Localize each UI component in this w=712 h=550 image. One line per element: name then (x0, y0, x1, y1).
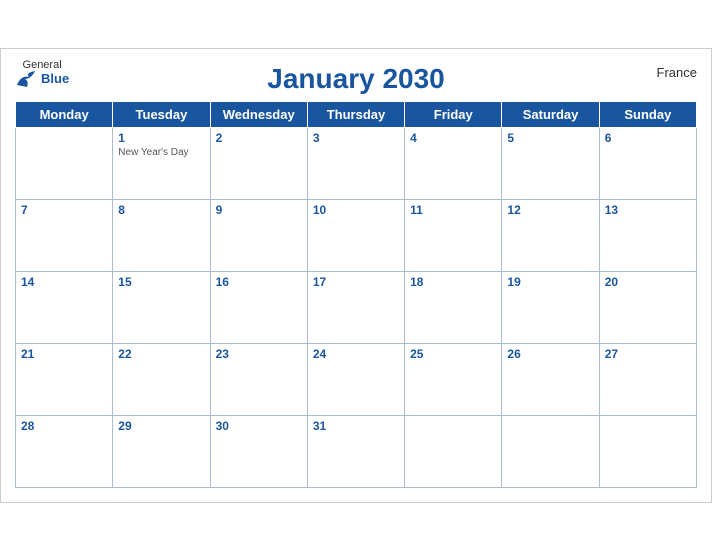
day-number: 27 (605, 347, 691, 361)
day-number: 7 (21, 203, 107, 217)
weekday-tuesday: Tuesday (113, 101, 210, 127)
day-number: 3 (313, 131, 399, 145)
day-number: 15 (118, 275, 204, 289)
logo-area: General Blue (15, 59, 69, 89)
calendar-week-row: 14 15 16 17 18 19 20 (16, 271, 697, 343)
logo-general-text: General (23, 59, 62, 71)
calendar-week-row: 21 22 23 24 25 26 27 (16, 343, 697, 415)
calendar-day-cell: 26 (502, 343, 599, 415)
day-number: 14 (21, 275, 107, 289)
calendar-day-cell: 29 (113, 415, 210, 487)
day-number: 26 (507, 347, 593, 361)
calendar-day-cell: 19 (502, 271, 599, 343)
day-number: 16 (216, 275, 302, 289)
day-number: 9 (216, 203, 302, 217)
holiday-label: New Year's Day (118, 147, 204, 158)
day-number: 30 (216, 419, 302, 433)
calendar-day-cell: 3 (307, 127, 404, 199)
day-number: 12 (507, 203, 593, 217)
calendar-week-row: 789 10 11 12 13 (16, 199, 697, 271)
weekday-friday: Friday (405, 101, 502, 127)
day-number: 23 (216, 347, 302, 361)
calendar-day-cell: 23 (210, 343, 307, 415)
calendar-day-cell: 18 (405, 271, 502, 343)
weekday-monday: Monday (16, 101, 113, 127)
day-number: 28 (21, 419, 107, 433)
calendar-body: 1New Year's Day2345678910111213141516171… (16, 127, 697, 487)
day-number: 10 (313, 203, 399, 217)
day-number: 8 (118, 203, 204, 217)
calendar-day-cell: 8 (113, 199, 210, 271)
calendar-day-cell: 12 (502, 199, 599, 271)
day-number: 17 (313, 275, 399, 289)
day-number: 19 (507, 275, 593, 289)
calendar-day-cell: 20 (599, 271, 696, 343)
calendar-day-cell: 27 (599, 343, 696, 415)
logo-bird-icon (15, 71, 39, 89)
calendar-day-cell: 30 (210, 415, 307, 487)
calendar-day-cell: 5 (502, 127, 599, 199)
calendar-day-cell: 9 (210, 199, 307, 271)
day-number: 22 (118, 347, 204, 361)
calendar-day-cell: 6 (599, 127, 696, 199)
calendar-day-cell: 24 (307, 343, 404, 415)
calendar-day-cell: 4 (405, 127, 502, 199)
country-label: France (657, 65, 697, 80)
calendar-day-cell (599, 415, 696, 487)
calendar-day-cell: 16 (210, 271, 307, 343)
day-number: 20 (605, 275, 691, 289)
calendar-day-cell: 2 (210, 127, 307, 199)
calendar-day-cell: 10 (307, 199, 404, 271)
day-number: 13 (605, 203, 691, 217)
calendar-week-row: 28 29 30 31 (16, 415, 697, 487)
calendar-day-cell: 13 (599, 199, 696, 271)
calendar-day-cell: 11 (405, 199, 502, 271)
calendar-day-cell: 25 (405, 343, 502, 415)
calendar-day-cell: 7 (16, 199, 113, 271)
logo-blue-text: Blue (41, 72, 69, 86)
weekday-header-row: Monday Tuesday Wednesday Thursday Friday… (16, 101, 697, 127)
day-number: 11 (410, 203, 496, 217)
calendar-day-cell: 31 (307, 415, 404, 487)
calendar-day-cell: 17 (307, 271, 404, 343)
day-number: 2 (216, 131, 302, 145)
day-number: 24 (313, 347, 399, 361)
calendar-day-cell (16, 127, 113, 199)
calendar-day-cell: 15 (113, 271, 210, 343)
calendar-day-cell (405, 415, 502, 487)
day-number: 5 (507, 131, 593, 145)
calendar-day-cell: 14 (16, 271, 113, 343)
day-number: 25 (410, 347, 496, 361)
day-number: 1 (118, 131, 204, 145)
day-number: 6 (605, 131, 691, 145)
calendar-day-cell: 22 (113, 343, 210, 415)
weekday-wednesday: Wednesday (210, 101, 307, 127)
day-number: 21 (21, 347, 107, 361)
calendar-grid: Monday Tuesday Wednesday Thursday Friday… (15, 101, 697, 488)
calendar-day-cell: 21 (16, 343, 113, 415)
calendar-day-cell (502, 415, 599, 487)
day-number: 31 (313, 419, 399, 433)
calendar-container: General Blue January 2030 France Monday … (0, 48, 712, 503)
weekday-saturday: Saturday (502, 101, 599, 127)
calendar-header: General Blue January 2030 France (15, 59, 697, 95)
day-number: 4 (410, 131, 496, 145)
calendar-title: January 2030 (267, 63, 444, 95)
weekday-sunday: Sunday (599, 101, 696, 127)
day-number: 29 (118, 419, 204, 433)
calendar-week-row: 1 New Year's Day 23456 (16, 127, 697, 199)
calendar-day-cell: 1 New Year's Day (113, 127, 210, 199)
weekday-thursday: Thursday (307, 101, 404, 127)
calendar-day-cell: 28 (16, 415, 113, 487)
day-number: 18 (410, 275, 496, 289)
